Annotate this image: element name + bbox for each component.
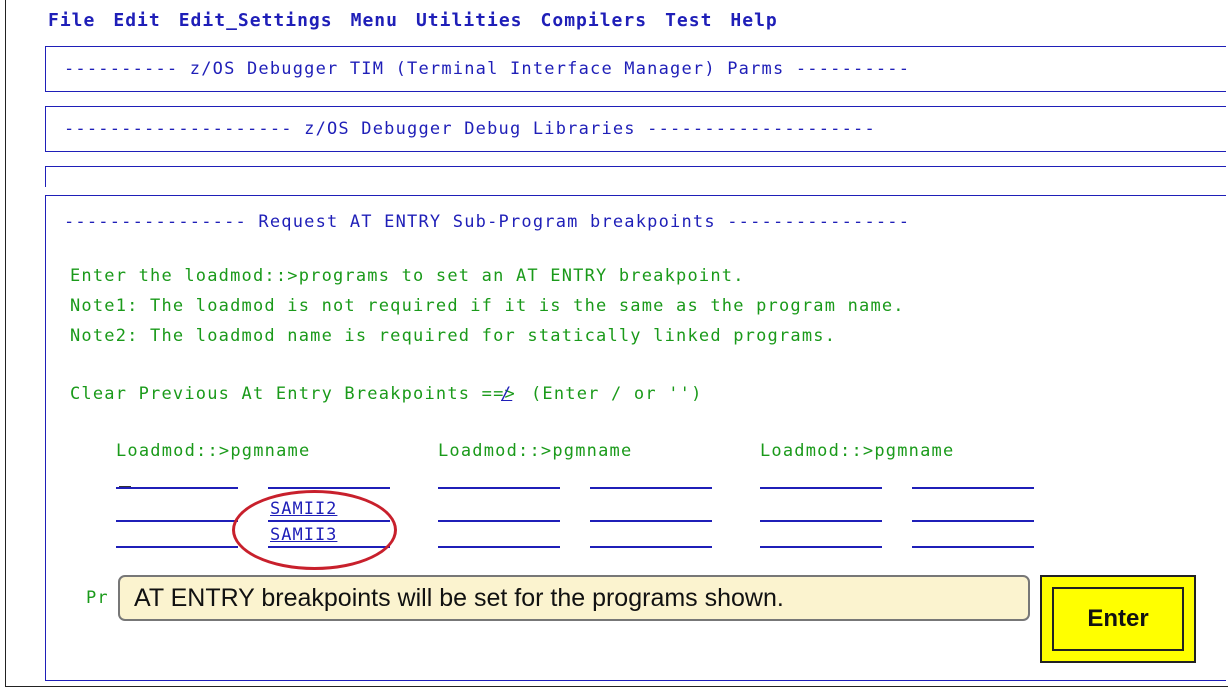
column-header-3: Loadmod::>pgmname [760,441,955,461]
loadmod-field-r1c3[interactable] [760,487,882,489]
callout-text: AT ENTRY breakpoints will be set for the… [134,583,784,612]
callout-tooltip: AT ENTRY breakpoints will be set for the… [118,575,1030,621]
highlight-circle [232,490,397,570]
pgmname-field-r3c3[interactable] [912,546,1034,548]
column-header-1: Loadmod::>pgmname [116,441,311,461]
loadmod-field-r2c1[interactable] [116,520,238,522]
menu-help[interactable]: Help [730,10,777,36]
menu-edit[interactable]: Edit [113,10,160,36]
pgmname-field-r1c2[interactable] [590,487,712,489]
clear-breakpoints-label: Clear Previous At Entry Breakpoints ==> [70,384,516,404]
enter-button[interactable]: Enter [1040,575,1196,663]
menu-test[interactable]: Test [665,10,712,36]
partial-prompt-text: Pr [86,588,109,608]
column-header-2: Loadmod::>pgmname [438,441,633,461]
clear-breakpoints-input[interactable]: / [501,384,512,404]
tim-parms-title: ---------- z/OS Debugger TIM (Terminal I… [64,59,911,79]
menu-file[interactable]: File [48,10,95,36]
enter-button-label: Enter [1052,587,1184,651]
instruction-note-2: Note2: The loadmod name is required for … [70,326,837,346]
tim-parms-panel[interactable]: ---------- z/OS Debugger TIM (Terminal I… [45,46,1226,92]
debug-libraries-panel[interactable]: -------------------- z/OS Debugger Debug… [45,106,1226,152]
loadmod-field-r1c1[interactable] [116,487,238,489]
menu-compilers[interactable]: Compilers [541,10,648,36]
pgmname-field-r2c3[interactable] [912,520,1034,522]
instruction-line-1: Enter the loadmod::>programs to set an A… [70,266,745,286]
menu-bar: File Edit Edit_Settings Menu Utilities C… [48,10,778,36]
loadmod-field-r3c2[interactable] [438,546,560,548]
menu-edit-settings[interactable]: Edit_Settings [179,10,333,36]
loadmod-field-r2c3[interactable] [760,520,882,522]
loadmod-field-r3c1[interactable] [116,546,238,548]
clear-breakpoints-hint: (Enter / or '') [531,384,703,404]
pgmname-field-r2c2[interactable] [590,520,712,522]
pgmname-field-r1c3[interactable] [912,487,1034,489]
instruction-note-1: Note1: The loadmod is not required if it… [70,296,905,316]
loadmod-field-r1c2[interactable] [438,487,560,489]
loadmod-field-r3c3[interactable] [760,546,882,548]
pgmname-field-r3c2[interactable] [590,546,712,548]
at-entry-title: ---------------- Request AT ENTRY Sub-Pr… [64,212,911,232]
pgmname-field-r1c1[interactable] [268,487,390,489]
loadmod-field-r2c2[interactable] [438,520,560,522]
debug-libraries-title: -------------------- z/OS Debugger Debug… [64,119,876,139]
menu-utilities[interactable]: Utilities [416,10,523,36]
menu-menu[interactable]: Menu [351,10,398,36]
collapsed-panel [45,166,1226,187]
